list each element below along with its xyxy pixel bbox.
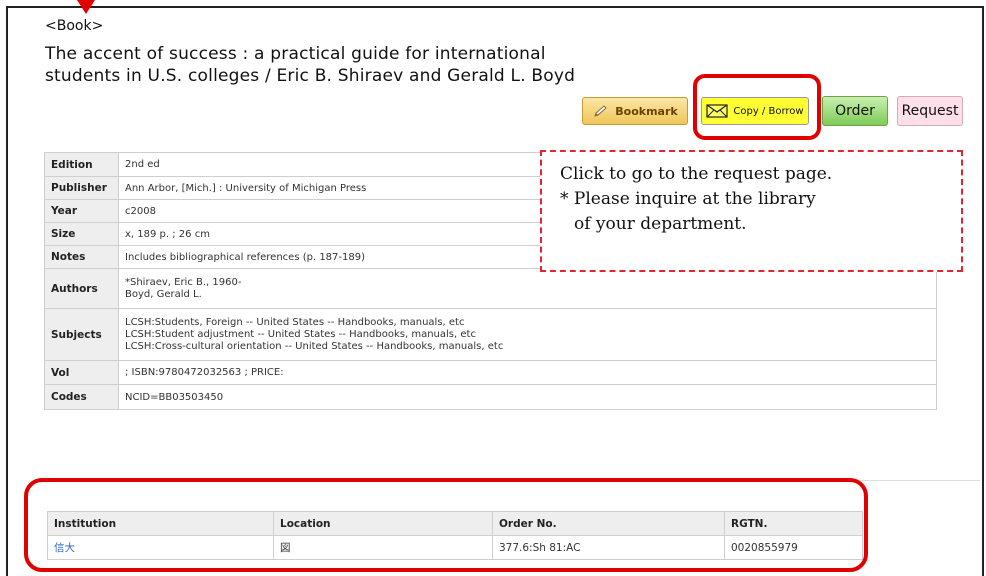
detail-label: Notes xyxy=(44,245,119,269)
detail-label: Edition xyxy=(44,152,119,177)
order-button[interactable]: Order xyxy=(822,96,888,126)
material-type-label: <Book> xyxy=(45,18,104,34)
detail-value: ; ISBN:9780472032563 ; PRICE: xyxy=(118,360,937,385)
callout-line-1: Click to go to the request page. xyxy=(560,164,833,184)
detail-row-vol: Vol ; ISBN:9780472032563 ; PRICE: xyxy=(44,360,937,385)
holdings-highlight xyxy=(24,478,868,572)
detail-label: Size xyxy=(44,222,119,246)
subject-entry: LCSH:Students, Foreign -- United States … xyxy=(125,316,465,328)
pointer-arrow-icon xyxy=(77,0,95,14)
author-entry: *Shiraev, Eric B., 1960- xyxy=(125,276,242,288)
detail-value: *Shiraev, Eric B., 1960- Boyd, Gerald L. xyxy=(118,268,937,309)
copy-borrow-highlight xyxy=(693,74,821,140)
title-line-1: The accent of success : a practical guid… xyxy=(45,44,546,64)
detail-row-codes: Codes NCID=BB03503450 xyxy=(44,384,937,410)
callout-line-2: * Please inquire at the library xyxy=(560,189,816,209)
detail-label: Authors xyxy=(44,268,119,309)
detail-label: Publisher xyxy=(44,176,119,200)
detail-label: Vol xyxy=(44,360,119,385)
pencil-icon xyxy=(594,105,607,117)
book-title: The accent of success : a practical guid… xyxy=(45,43,725,87)
title-line-2: students in U.S. colleges / Eric B. Shir… xyxy=(45,66,576,86)
detail-label: Year xyxy=(44,199,119,223)
bookmark-label: Bookmark xyxy=(615,104,678,118)
author-entry: Boyd, Gerald L. xyxy=(125,288,202,300)
detail-row-subjects: Subjects LCSH:Students, Foreign -- Unite… xyxy=(44,308,937,361)
detail-label: Codes xyxy=(44,384,119,410)
bookmark-button[interactable]: Bookmark xyxy=(582,97,688,125)
order-label: Order xyxy=(835,103,875,119)
request-button[interactable]: Request xyxy=(897,96,963,126)
request-callout: Click to go to the request page. * Pleas… xyxy=(540,150,963,272)
request-label: Request xyxy=(901,103,959,119)
detail-label: Subjects xyxy=(44,308,119,361)
subject-entry: LCSH:Student adjustment -- United States… xyxy=(125,328,476,340)
detail-row-authors: Authors *Shiraev, Eric B., 1960- Boyd, G… xyxy=(44,268,937,309)
detail-value: NCID=BB03503450 xyxy=(118,384,937,410)
detail-value: LCSH:Students, Foreign -- United States … xyxy=(118,308,937,361)
callout-line-3: of your department. xyxy=(574,214,747,234)
subject-entry: LCSH:Cross-cultural orientation -- Unite… xyxy=(125,340,504,352)
